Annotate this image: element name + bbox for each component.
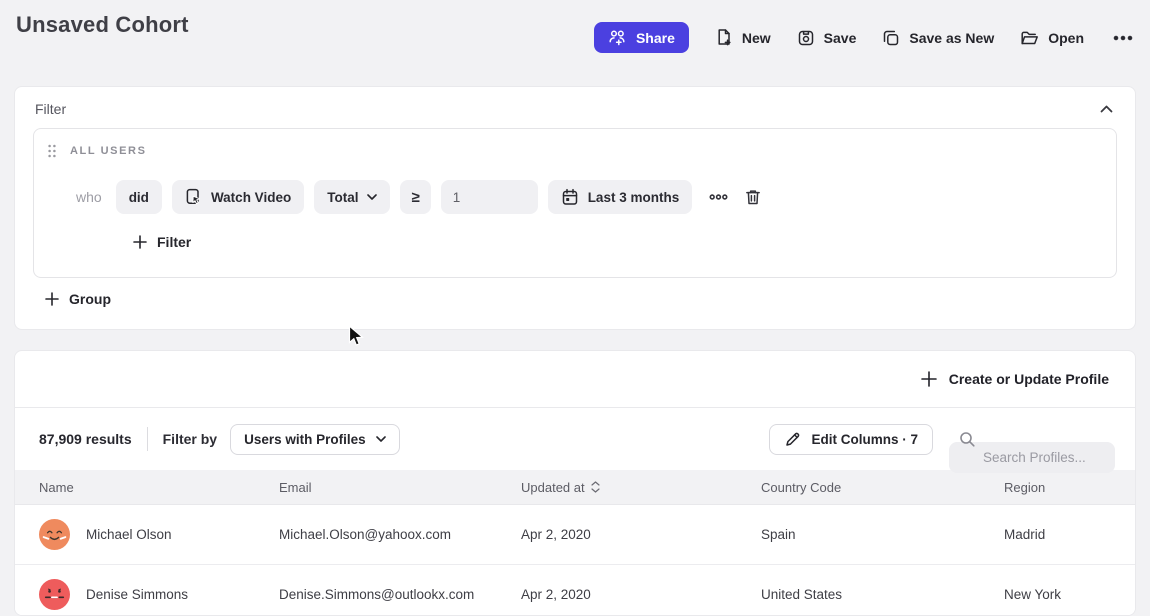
header-toolbar: Share New Save (594, 22, 1136, 53)
create-or-update-profile-button[interactable]: Create or Update Profile (921, 371, 1109, 387)
share-button[interactable]: Share (594, 22, 689, 53)
profile-name: Denise Simmons (86, 587, 188, 602)
date-range-selector[interactable]: Last 3 months (548, 180, 693, 214)
profiles-filter-dropdown-value: Users with Profiles (244, 432, 366, 447)
profiles-panel: Create or Update Profile 87,909 results … (14, 350, 1136, 616)
create-profile-row: Create or Update Profile (15, 351, 1135, 408)
chevron-down-icon (367, 194, 377, 200)
add-group-button[interactable]: Group (45, 291, 111, 307)
profile-email: Denise.Simmons@outlookx.com (279, 587, 521, 602)
new-button[interactable]: New (715, 28, 771, 47)
folder-open-icon (1020, 29, 1039, 47)
page-title: Unsaved Cohort (16, 12, 189, 38)
profile-updated-at: Apr 2, 2020 (521, 527, 761, 542)
profile-country-code: Spain (761, 527, 1004, 542)
more-options-button[interactable] (1110, 32, 1136, 44)
date-range-label: Last 3 months (588, 190, 680, 205)
value-input[interactable] (441, 180, 538, 214)
chevron-down-icon (376, 436, 386, 442)
cohort-group-card: ALL USERS who did Watch Video (33, 128, 1117, 278)
avatar (39, 519, 70, 550)
sort-icon (591, 481, 600, 493)
profile-region: Madrid (1004, 527, 1135, 542)
table-row[interactable]: Denise Simmons Denise.Simmons@outlookx.c… (15, 565, 1135, 616)
table-header: Name Email Updated at Country Code Regio… (15, 470, 1135, 505)
group-label: ALL USERS (70, 145, 147, 157)
did-selector[interactable]: did (116, 180, 162, 214)
pencil-icon (784, 430, 802, 448)
column-header-country-code[interactable]: Country Code (761, 480, 1004, 495)
column-header-updated-at[interactable]: Updated at (521, 480, 761, 495)
plus-icon (921, 371, 937, 387)
share-button-label: Share (636, 30, 675, 46)
save-as-new-button-label: Save as New (909, 30, 994, 46)
trash-icon (744, 188, 762, 206)
save-button-label: Save (824, 30, 857, 46)
profiles-filter-dropdown[interactable]: Users with Profiles (230, 424, 400, 455)
profile-region: New York (1004, 587, 1135, 602)
column-header-email[interactable]: Email (279, 480, 521, 495)
app-root: Unsaved Cohort Share New (0, 0, 1150, 616)
save-button[interactable]: Save (797, 29, 857, 47)
calendar-icon (561, 188, 579, 206)
open-button-label: Open (1048, 30, 1084, 46)
avatar (39, 579, 70, 610)
group-header: ALL USERS (47, 144, 147, 158)
save-icon (797, 29, 815, 47)
ellipsis-outline-icon (709, 193, 728, 201)
filter-by-label: Filter by (163, 431, 217, 447)
table-row[interactable]: Michael Olson Michael.Olson@yahoox.com A… (15, 505, 1135, 565)
profile-name-cell: Michael Olson (39, 519, 279, 550)
create-or-update-profile-label: Create or Update Profile (949, 371, 1109, 387)
event-label: Watch Video (211, 190, 291, 205)
profile-country-code: United States (761, 587, 1004, 602)
aggregation-selector[interactable]: Total (314, 180, 390, 214)
new-button-label: New (742, 30, 771, 46)
profile-name: Michael Olson (86, 527, 172, 542)
results-bar: 87,909 results Filter by Users with Prof… (15, 408, 1135, 470)
add-filter-button[interactable]: Filter (133, 234, 191, 250)
add-group-label: Group (69, 291, 111, 307)
operator-label: ≥ (411, 189, 419, 206)
open-button[interactable]: Open (1020, 29, 1084, 47)
divider (147, 427, 148, 451)
save-as-new-button[interactable]: Save as New (882, 29, 994, 47)
search-box (949, 424, 1115, 455)
aggregation-label: Total (327, 190, 358, 205)
plus-icon (133, 235, 147, 249)
more-filter-options-button[interactable] (706, 190, 731, 204)
new-file-icon (715, 28, 733, 47)
edit-columns-label: Edit Columns · 7 (811, 432, 918, 447)
operator-selector[interactable]: ≥ (400, 180, 430, 214)
share-users-icon (608, 29, 627, 46)
add-filter-label: Filter (157, 234, 191, 250)
ellipsis-icon (1113, 35, 1133, 41)
filter-panel-title: Filter (35, 101, 66, 117)
chevron-up-icon (1100, 105, 1113, 113)
filter-row: who did Watch Video Total (76, 180, 765, 214)
profile-email: Michael.Olson@yahoox.com (279, 527, 521, 542)
who-label: who (76, 189, 102, 205)
drag-handle-icon[interactable] (47, 144, 57, 158)
results-count: 87,909 results (39, 431, 132, 447)
event-selector[interactable]: Watch Video (172, 180, 304, 214)
filter-panel: Filter ALL USERS who (14, 86, 1136, 330)
column-header-name[interactable]: Name (39, 480, 279, 495)
plus-icon (45, 292, 59, 306)
duplicate-icon (882, 29, 900, 47)
profile-name-cell: Denise Simmons (39, 579, 279, 610)
event-icon (185, 188, 202, 206)
edit-columns-button[interactable]: Edit Columns · 7 (769, 424, 933, 455)
did-label: did (129, 190, 149, 205)
collapse-filter-button[interactable] (1098, 99, 1115, 118)
column-header-region[interactable]: Region (1004, 480, 1135, 495)
delete-filter-button[interactable] (741, 185, 765, 209)
profile-updated-at: Apr 2, 2020 (521, 587, 761, 602)
